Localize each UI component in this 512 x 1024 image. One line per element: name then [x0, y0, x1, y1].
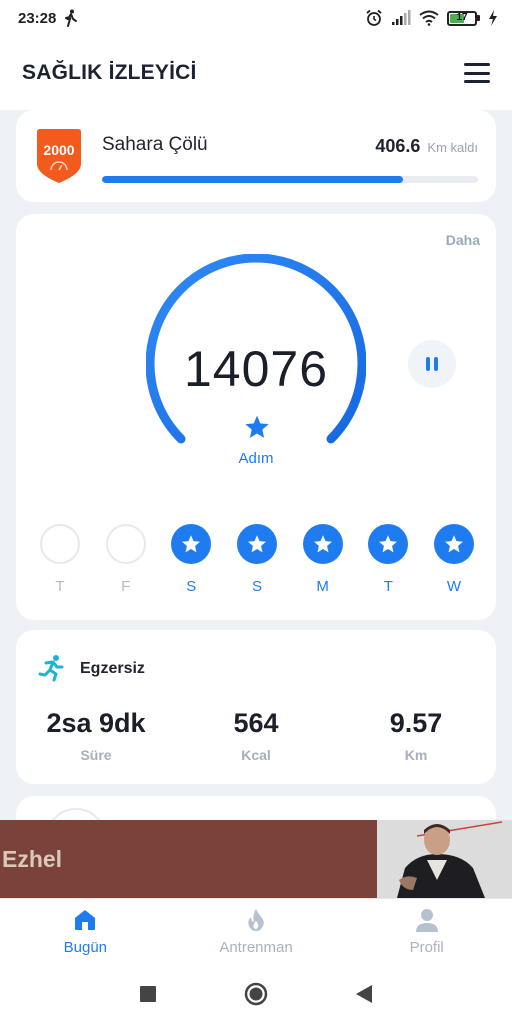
back-button[interactable]: [356, 985, 372, 1003]
menu-icon[interactable]: [464, 63, 490, 83]
charging-icon: [489, 10, 497, 26]
battery-level: 17: [456, 11, 468, 23]
nav-label-training: Antrenman: [219, 939, 293, 956]
flame-icon: [248, 909, 264, 931]
metric-duration: 2sa 9dk Süre: [16, 708, 176, 763]
day-label: M: [316, 578, 329, 595]
metric-label: Kcal: [241, 747, 271, 763]
day-label: S: [251, 578, 262, 595]
status-right: 17: [365, 9, 498, 27]
ad-banner[interactable]: Ezhel: [0, 820, 512, 898]
day-item: W: [433, 524, 474, 595]
exercise-metrics: 2sa 9dk Süre 564 Kcal 9.57 Km: [16, 708, 496, 763]
remaining-value: 406.6: [375, 136, 421, 156]
home-button[interactable]: [244, 982, 268, 1006]
remaining-unit: Km kaldı: [427, 140, 478, 155]
system-nav-bar: [0, 964, 512, 1024]
recents-square-icon: [140, 986, 156, 1002]
challenge-remaining: 406.6 Km kaldı: [375, 136, 478, 157]
metric-value: 564: [233, 708, 279, 738]
metric-distance: 9.57 Km: [336, 708, 496, 763]
nav-item-profile[interactable]: Profil: [341, 899, 512, 964]
day-label: W: [446, 578, 462, 595]
home-icon: [75, 910, 96, 930]
day-item: T: [368, 524, 409, 595]
exercise-title: Egzersiz: [80, 660, 145, 677]
challenge-progress-bar: [102, 176, 478, 183]
ad-text: Ezhel: [2, 846, 63, 872]
challenge-name: Sahara Çölü: [102, 134, 208, 155]
status-bar: 23:28 17: [0, 0, 512, 36]
steps-unit-label: Adım: [238, 450, 274, 467]
metric-calories: 564 Kcal: [176, 708, 336, 763]
day-label: F: [121, 578, 131, 595]
day-label: T: [55, 578, 65, 595]
metric-value: 2sa 9dk: [46, 708, 146, 738]
day-empty-badge: [105, 524, 146, 564]
more-link[interactable]: Daha: [446, 232, 480, 248]
day-completed-badge: [236, 524, 277, 564]
day-completed-badge: [302, 524, 343, 564]
recents-button[interactable]: [140, 986, 156, 1002]
day-item: T: [40, 524, 80, 595]
alarm-icon: [366, 9, 382, 26]
day-completed-badge: [433, 524, 474, 564]
ad-photo: [377, 820, 512, 898]
day-completed-badge: [171, 524, 212, 564]
bottom-nav: Bugün Antrenman Profil: [0, 898, 512, 964]
pause-button[interactable]: [408, 340, 456, 388]
metric-value: 9.57: [389, 708, 443, 738]
badge-number: 2000: [43, 142, 74, 158]
pause-icon: [426, 357, 430, 371]
challenge-progress-fill: [102, 176, 403, 183]
challenge-card[interactable]: 2000 Sahara Çölü 406.6 Km kaldı: [16, 110, 496, 202]
home-circle-icon: [244, 982, 268, 1006]
star-icon: [379, 535, 398, 553]
challenge-badge-icon: 2000: [37, 129, 81, 183]
nav-item-today[interactable]: Bugün: [0, 899, 171, 964]
star-icon: [445, 535, 463, 553]
running-icon: [38, 655, 64, 682]
app-header: SAĞLIK İZLEYİCİ: [0, 36, 512, 110]
star-icon: [313, 535, 332, 553]
day-item: M: [302, 524, 343, 595]
star-icon: [248, 535, 266, 553]
day-item: F: [105, 524, 146, 595]
day-item: S: [171, 524, 212, 595]
star-icon: [182, 535, 201, 553]
nav-label-today: Bugün: [63, 939, 108, 956]
day-label: S: [186, 578, 197, 595]
person-icon: [415, 909, 438, 932]
back-triangle-icon: [356, 985, 372, 1003]
battery-icon: 17: [447, 10, 480, 26]
day-empty-badge: [40, 524, 80, 564]
weekly-days: TFSSMTW: [40, 524, 474, 595]
metric-label: Süre: [80, 747, 112, 763]
status-left: 23:28: [18, 9, 78, 27]
day-completed-badge: [368, 524, 409, 564]
wifi-icon: [419, 10, 439, 26]
steps-card: Daha 14076 Adım TFSSMTW: [16, 214, 496, 620]
page-title: SAĞLIK İZLEYİCİ: [22, 61, 197, 84]
signal-icon: [392, 10, 411, 25]
nav-label-profile: Profil: [409, 939, 444, 956]
metric-label: Km: [404, 747, 428, 763]
day-label: T: [383, 578, 393, 595]
battery-body: 17: [447, 10, 477, 26]
nav-item-training[interactable]: Antrenman: [171, 899, 342, 964]
exercise-card[interactable]: Egzersiz 2sa 9dk Süre 564 Kcal 9.57 Km: [16, 630, 496, 784]
clock: 23:28: [18, 9, 57, 27]
star-icon: [245, 415, 269, 438]
walking-icon: [65, 9, 78, 27]
day-item: S: [236, 524, 277, 595]
battery-tip: [477, 15, 480, 21]
